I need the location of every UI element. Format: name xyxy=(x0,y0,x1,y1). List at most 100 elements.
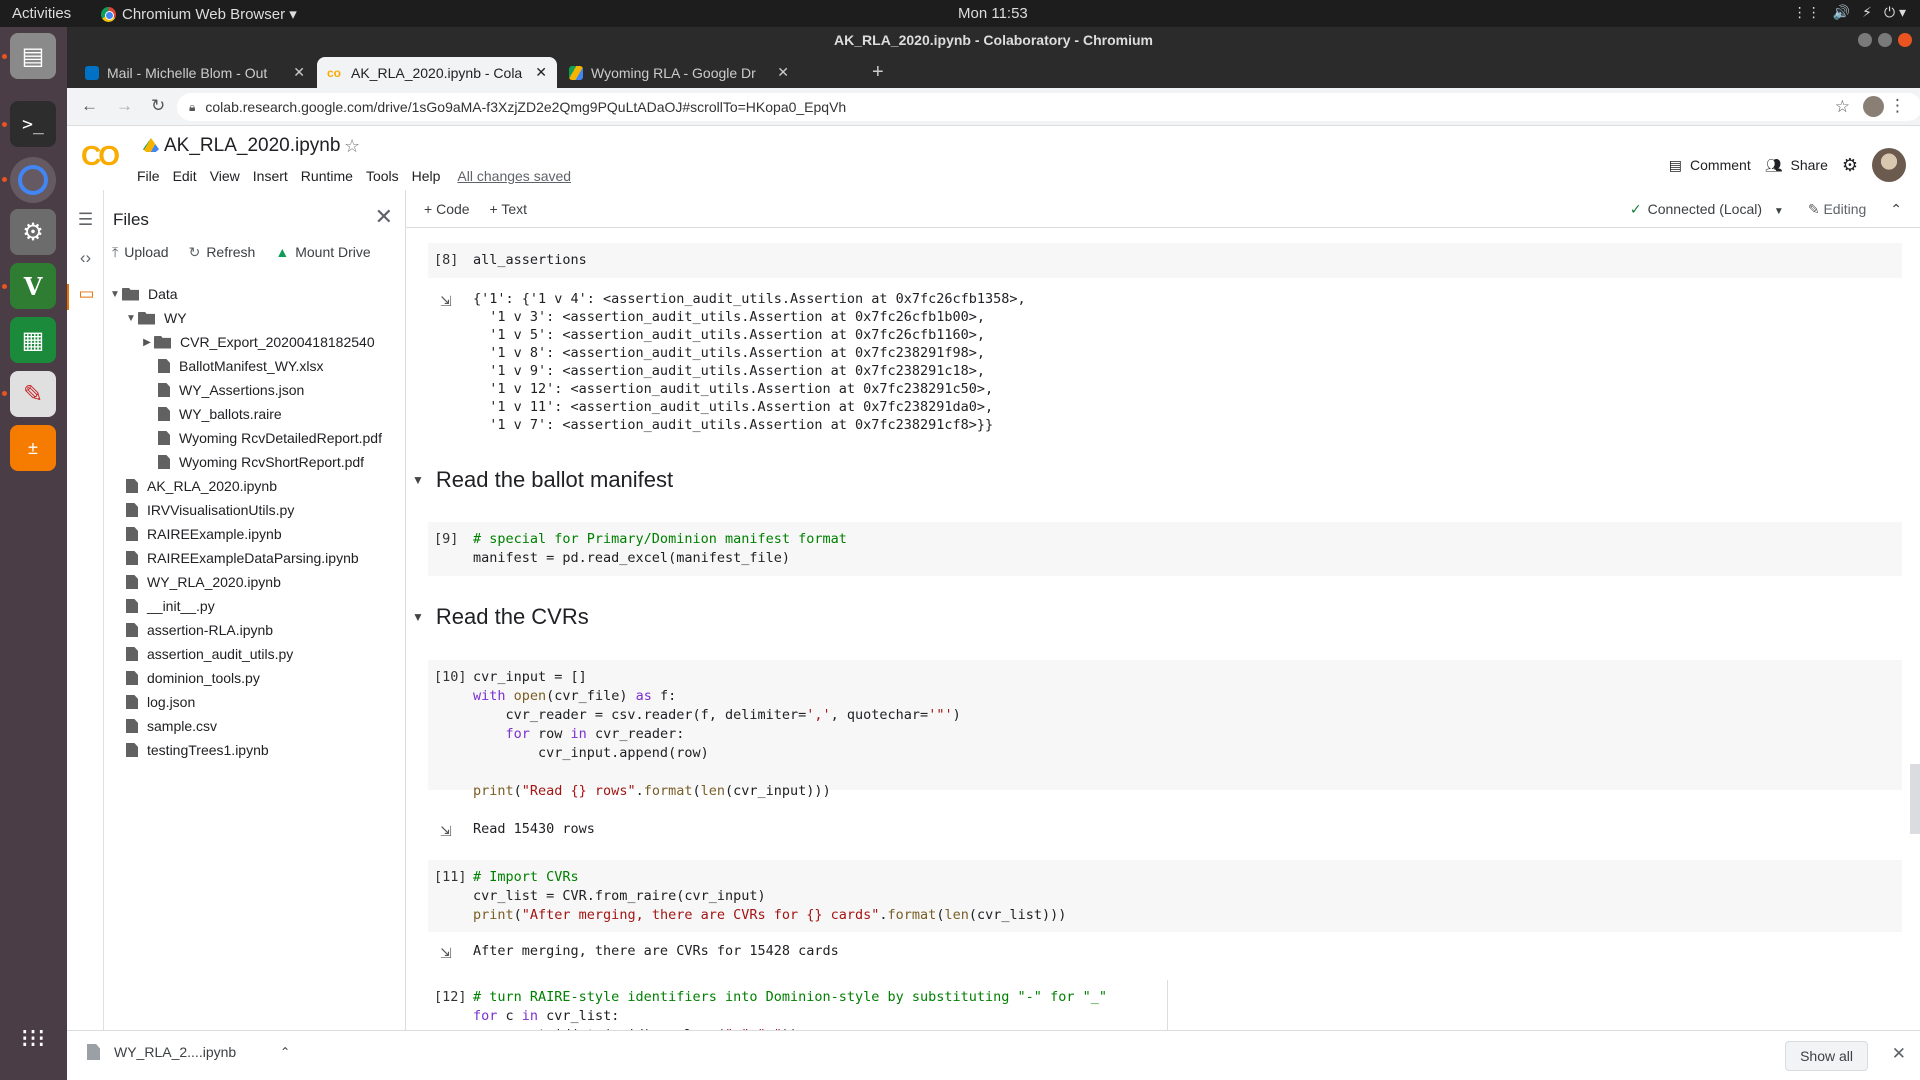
tab-drive[interactable]: Wyoming RLA - Google Dr ✕ xyxy=(559,57,799,88)
menu-tools[interactable]: Tools xyxy=(366,168,399,184)
star-notebook-icon[interactable]: ☆ xyxy=(344,136,360,157)
back-icon[interactable]: ← xyxy=(81,96,98,116)
tree-file[interactable]: assertion_audit_utils.py xyxy=(104,642,404,666)
address-bar[interactable]: 🔒︎ colab.research.google.com/drive/1sGo9a… xyxy=(177,93,1920,121)
document-viewer-app-icon[interactable]: ✎ xyxy=(10,371,56,417)
menu-file[interactable]: File xyxy=(137,168,160,184)
menu-runtime[interactable]: Runtime xyxy=(301,168,353,184)
collapse-caret-icon[interactable]: ▼ xyxy=(124,313,138,324)
tree-file[interactable]: RAIREExample.ipynb xyxy=(104,522,404,546)
cell-code[interactable]: # turn RAIRE-style identifiers into Domi… xyxy=(473,988,1107,1030)
upload-button[interactable]: ⤒ Upload xyxy=(112,244,169,261)
reload-icon[interactable]: ↻ xyxy=(151,96,165,116)
output-icon[interactable]: ⇲ xyxy=(440,944,452,962)
tree-file[interactable]: BallotManifest_WY.xlsx xyxy=(104,354,404,378)
minimize-button[interactable] xyxy=(1858,33,1872,47)
collapse-section-icon[interactable]: ▼ xyxy=(412,610,424,624)
tree-file[interactable]: testingTrees1.ipynb xyxy=(104,738,404,762)
activities-button[interactable]: Activities xyxy=(12,5,71,22)
code-cell[interactable]: [11] # Import CVRs cvr_list = CVR.from_r… xyxy=(428,860,1902,932)
close-tab-icon[interactable]: ✕ xyxy=(293,64,305,81)
collapse-header-icon[interactable]: ⌃ xyxy=(1890,201,1902,218)
code-cell[interactable]: [8] all_assertions xyxy=(428,243,1902,278)
files-folder-icon[interactable]: ▭ xyxy=(67,284,104,310)
runtime-status[interactable]: ✓ Connected (Local) ▼ xyxy=(1630,201,1784,218)
tree-file[interactable]: Wyoming RcvShortReport.pdf xyxy=(104,450,404,474)
cell-code[interactable]: # Import CVRs cvr_list = CVR.from_raire(… xyxy=(473,868,1066,925)
menu-edit[interactable]: Edit xyxy=(173,168,197,184)
scrollbar-thumb[interactable] xyxy=(1910,764,1920,834)
tree-file[interactable]: assertion-RLA.ipynb xyxy=(104,618,404,642)
collapse-caret-icon[interactable]: ▼ xyxy=(108,289,122,300)
mount-drive-button[interactable]: ▲ Mount Drive xyxy=(275,244,370,261)
bookmark-star-icon[interactable]: ☆ xyxy=(1835,97,1850,117)
table-of-contents-icon[interactable]: ☰ xyxy=(67,210,104,230)
cell-code[interactable]: # special for Primary/Dominion manifest … xyxy=(473,530,847,568)
menu-insert[interactable]: Insert xyxy=(253,168,288,184)
files-app-icon[interactable]: ▤ xyxy=(10,33,56,79)
new-tab-button[interactable]: + xyxy=(872,61,884,84)
tree-file[interactable]: WY_RLA_2020.ipynb xyxy=(104,570,404,594)
download-item[interactable]: WY_RLA_2....ipynb ⌃ xyxy=(87,1044,290,1060)
close-panel-icon[interactable]: ✕ xyxy=(375,204,393,230)
calculator-app-icon[interactable]: ± xyxy=(10,425,56,471)
tree-folder[interactable]: ▼ Data xyxy=(104,282,404,306)
expand-caret-icon[interactable]: ▶ xyxy=(140,337,154,348)
app-menu[interactable]: Chromium Web Browser ▾ xyxy=(101,5,297,23)
show-all-button[interactable]: Show all xyxy=(1785,1041,1868,1071)
terminal-app-icon[interactable]: >_ xyxy=(10,101,56,147)
tab-colab[interactable]: co AK_RLA_2020.ipynb - Cola ✕ xyxy=(317,57,557,88)
code-cell-editing[interactable]: [12] # turn RAIRE-style identifiers into… xyxy=(428,980,1168,1030)
tree-folder[interactable]: ▶ CVR_Export_20200418182540 xyxy=(104,330,404,354)
menu-view[interactable]: View xyxy=(210,168,240,184)
tree-file[interactable]: log.json xyxy=(104,690,404,714)
output-icon[interactable]: ⇲ xyxy=(440,292,452,310)
settings-app-icon[interactable]: ⚙ xyxy=(10,209,56,255)
tree-file[interactable]: WY_ballots.raire xyxy=(104,402,404,426)
system-tray[interactable]: ⋮⋮ 🔊 ⚡ ⏻ ▾ xyxy=(1793,4,1906,21)
editing-mode-button[interactable]: ✎ Editing xyxy=(1808,201,1866,218)
close-download-bar-icon[interactable]: ✕ xyxy=(1892,1044,1906,1064)
settings-gear-icon[interactable]: ⚙ xyxy=(1842,155,1858,176)
notebook-name[interactable]: AK_RLA_2020.ipynb xyxy=(164,135,340,157)
tree-file[interactable]: Wyoming RcvDetailedReport.pdf xyxy=(104,426,404,450)
refresh-button[interactable]: ↻ Refresh xyxy=(189,244,256,261)
tree-file[interactable]: dominion_tools.py xyxy=(104,666,404,690)
menu-help[interactable]: Help xyxy=(412,168,441,184)
chevron-up-icon[interactable]: ⌃ xyxy=(280,1045,290,1059)
clock[interactable]: Mon 11:53 xyxy=(958,5,1028,22)
code-cell[interactable]: [9] # special for Primary/Dominion manif… xyxy=(428,522,1902,576)
user-avatar[interactable] xyxy=(1872,148,1906,182)
forward-icon[interactable]: → xyxy=(116,96,133,116)
tab-mail[interactable]: Mail - Michelle Blom - Out ✕ xyxy=(75,57,315,88)
share-button[interactable]: 👥︎ Share xyxy=(1765,157,1828,174)
close-tab-icon[interactable]: ✕ xyxy=(535,64,547,81)
vim-app-icon[interactable]: V xyxy=(10,263,56,309)
close-tab-icon[interactable]: ✕ xyxy=(777,64,789,81)
maximize-button[interactable] xyxy=(1878,33,1892,47)
section-heading[interactable]: ▼ Read the CVRs xyxy=(412,604,589,630)
chromium-app-icon[interactable] xyxy=(10,157,56,203)
tree-file[interactable]: IRVVisualisationUtils.py xyxy=(104,498,404,522)
show-applications-icon[interactable]: ⁝⁝⁝ xyxy=(10,1015,56,1061)
comment-button[interactable]: ▤ Comment xyxy=(1669,157,1751,174)
tree-file[interactable]: RAIREExampleDataParsing.ipynb xyxy=(104,546,404,570)
collapse-section-icon[interactable]: ▼ xyxy=(412,473,424,487)
add-text-cell-button[interactable]: + Text xyxy=(490,201,528,217)
close-window-button[interactable] xyxy=(1898,33,1912,47)
tree-file[interactable]: sample.csv xyxy=(104,714,404,738)
section-heading[interactable]: ▼ Read the ballot manifest xyxy=(412,467,673,493)
cell-code[interactable]: cvr_input = [] with open(cvr_file) as f:… xyxy=(473,668,961,801)
tree-folder[interactable]: ▼ WY xyxy=(104,306,404,330)
add-code-cell-button[interactable]: + Code xyxy=(424,201,470,217)
tree-file[interactable]: WY_Assertions.json xyxy=(104,378,404,402)
cell-code[interactable]: all_assertions xyxy=(473,251,587,270)
tree-file[interactable]: AK_RLA_2020.ipynb xyxy=(104,474,404,498)
tree-file[interactable]: __init__.py xyxy=(104,594,404,618)
output-icon[interactable]: ⇲ xyxy=(440,822,452,840)
spreadsheet-app-icon[interactable]: ▦ xyxy=(10,317,56,363)
save-status[interactable]: All changes saved xyxy=(457,168,571,184)
code-snippets-icon[interactable]: ‹› xyxy=(67,248,104,268)
code-cell[interactable]: [10] cvr_input = [] with open(cvr_file) … xyxy=(428,660,1902,799)
profile-avatar[interactable] xyxy=(1863,96,1884,117)
